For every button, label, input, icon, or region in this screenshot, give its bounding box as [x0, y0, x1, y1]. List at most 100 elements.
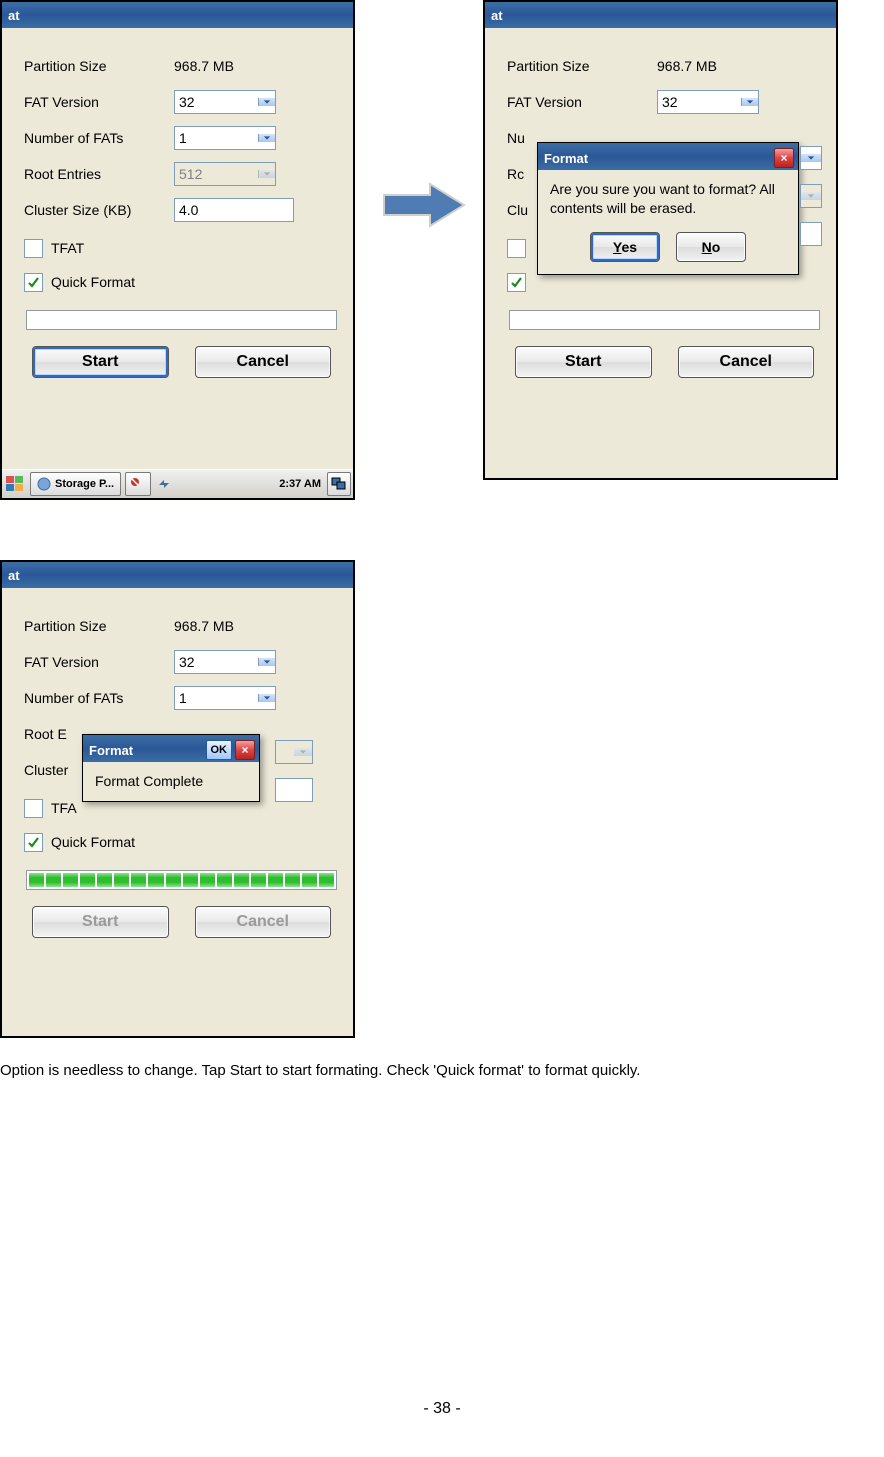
caption-text: Option is needless to change. Tap Start …: [0, 1062, 870, 1079]
row-partition-size: Partition Size 968.7 MB: [24, 48, 339, 84]
label-num-fats: Number of FATs: [24, 130, 174, 146]
chevron-down-icon[interactable]: [258, 694, 275, 702]
progress-bar-empty: [26, 310, 337, 330]
dropdown-num-fats-value: 1: [175, 130, 258, 146]
dialog-title: Format: [544, 151, 588, 166]
cancel-button[interactable]: Cancel: [678, 346, 815, 378]
checkbox-quick-format[interactable]: [24, 273, 43, 292]
screenshot-format-complete: at Partition Size 968.7 MB FAT Version 3…: [0, 560, 355, 1038]
chevron-down-icon[interactable]: [258, 658, 275, 666]
dialog-message: Are you sure you want to format? All con…: [538, 170, 798, 228]
document-page: at Partition Size 968.7 MB FAT Version 3…: [0, 0, 884, 1457]
row-fat-version: FAT Version 32: [24, 84, 339, 120]
form-body: Partition Size 968.7 MB FAT Version 32 N…: [2, 28, 353, 378]
dropdown-fat-version[interactable]: 32: [657, 90, 759, 114]
dropdown-fat-version[interactable]: 32: [174, 650, 276, 674]
network-icon[interactable]: [125, 472, 151, 496]
screenshot-format-main: at Partition Size 968.7 MB FAT Version 3…: [0, 0, 355, 500]
window-titlebar: at: [2, 562, 353, 588]
value-partition-size: 968.7 MB: [174, 58, 234, 74]
label-partition-size: Partition Size: [507, 58, 657, 74]
row-num-fats: Number of FATs 1: [24, 680, 339, 716]
dropdown-root-entries: 512: [174, 162, 276, 186]
dropdown-fat-version-value: 32: [658, 94, 741, 110]
row-partition-size: Partition Size 968.7 MB: [507, 48, 822, 84]
checkbox-tfat[interactable]: [24, 799, 43, 818]
dialog-titlebar: Format ×: [538, 143, 798, 170]
window-title: at: [491, 8, 503, 23]
taskbar[interactable]: Storage P... 2:37 AM: [2, 469, 353, 498]
tray-connection-icon[interactable]: [155, 473, 173, 495]
dialog-title: Format: [89, 743, 133, 758]
label-root-entries: Root Entries: [24, 166, 174, 182]
chevron-down-icon[interactable]: [258, 134, 275, 142]
screenshot-format-confirm: at Partition Size 968.7 MB FAT Version 3…: [483, 0, 838, 480]
start-button[interactable]: Start: [515, 346, 652, 378]
checkbox-tfat[interactable]: [24, 239, 43, 258]
taskbar-clock[interactable]: 2:37 AM: [279, 478, 321, 490]
row-quick-format[interactable]: Quick Format: [24, 268, 339, 296]
start-flag-icon[interactable]: [2, 472, 28, 496]
label-partition-size: Partition Size: [24, 618, 174, 634]
label-tfa-trunc: TFA: [51, 800, 77, 816]
checkbox-quick-format[interactable]: [507, 273, 526, 292]
row-quick-format[interactable]: Quick Format: [24, 828, 339, 856]
checkbox-quick-format[interactable]: [24, 833, 43, 852]
input-cluster-size[interactable]: 4.0: [174, 198, 294, 222]
tray-monitor-icon[interactable]: [327, 472, 351, 496]
page-number: - 38 -: [0, 1400, 884, 1418]
label-fat-version: FAT Version: [24, 654, 174, 670]
ok-button[interactable]: OK: [206, 740, 233, 760]
label-cluster-size: Cluster Size (KB): [24, 202, 174, 218]
behind-popup-fragments: [800, 146, 820, 278]
label-quick-format: Quick Format: [51, 274, 135, 290]
label-fat-version: FAT Version: [24, 94, 174, 110]
close-icon[interactable]: ×: [774, 148, 794, 168]
button-row: Start Cancel: [507, 346, 822, 378]
row-fat-version: FAT Version 32: [24, 644, 339, 680]
cancel-button: Cancel: [195, 906, 332, 938]
value-partition-size: 968.7 MB: [657, 58, 717, 74]
label-fat-version: FAT Version: [507, 94, 657, 110]
label-root-trunc: Rc: [507, 166, 537, 182]
dropdown-fat-version-value: 32: [175, 654, 258, 670]
label-num-fats: Number of FATs: [24, 690, 174, 706]
start-button: Start: [32, 906, 169, 938]
dropdown-root-entries-value: 512: [175, 166, 258, 182]
row-cluster-size: Cluster Size (KB) 4.0: [24, 192, 339, 228]
dropdown-num-fats[interactable]: 1: [174, 686, 276, 710]
yes-button[interactable]: Yes: [590, 232, 660, 262]
row-num-fats: Number of FATs 1: [24, 120, 339, 156]
label-cluster-trunc: Cluster: [24, 762, 84, 778]
arrow-icon: [378, 180, 468, 230]
cancel-button[interactable]: Cancel: [195, 346, 332, 378]
label-quick-format: Quick Format: [51, 834, 135, 850]
progress-bar-empty: [509, 310, 820, 330]
input-cluster-size-value: 4.0: [175, 202, 293, 218]
start-button[interactable]: Start: [32, 346, 169, 378]
label-cluster-trunc: Clu: [507, 202, 537, 218]
checkbox-tfat[interactable]: [507, 239, 526, 258]
window-title: at: [8, 568, 20, 583]
dropdown-num-fats[interactable]: 1: [174, 126, 276, 150]
taskbar-item-label: Storage P...: [55, 478, 114, 490]
row-partition-size: Partition Size 968.7 MB: [24, 608, 339, 644]
row-tfat[interactable]: TFAT: [24, 234, 339, 262]
label-num-fats-trunc: Nu: [507, 130, 537, 146]
dropdown-fat-version[interactable]: 32: [174, 90, 276, 114]
window-titlebar: at: [485, 2, 836, 28]
button-row: Start Cancel: [24, 346, 339, 378]
row-fat-version: FAT Version 32: [507, 84, 822, 120]
dialog-button-row: Yes No: [538, 228, 798, 274]
dialog-message: Format Complete: [83, 762, 259, 801]
chevron-down-icon[interactable]: [258, 98, 275, 106]
taskbar-item[interactable]: Storage P...: [30, 472, 121, 496]
confirm-dialog: Format × Are you sure you want to format…: [537, 142, 799, 275]
chevron-down-icon[interactable]: [741, 98, 758, 106]
chevron-down-icon: [801, 154, 821, 162]
close-icon[interactable]: ×: [235, 740, 255, 760]
complete-dialog: Format OK × Format Complete: [82, 734, 260, 802]
label-partition-size: Partition Size: [24, 58, 174, 74]
no-button[interactable]: No: [676, 232, 746, 262]
window-title: at: [8, 8, 20, 23]
